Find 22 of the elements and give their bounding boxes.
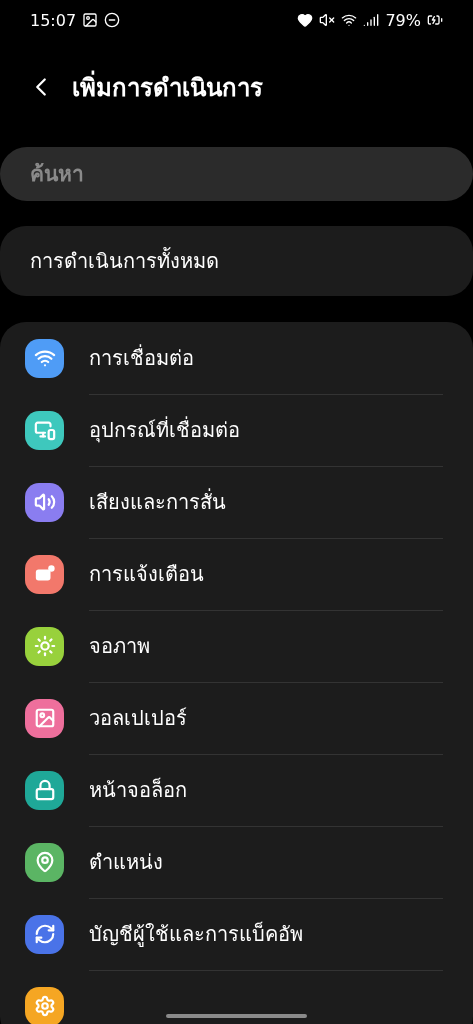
all-actions-item[interactable]: การดำเนินการทั้งหมด	[0, 226, 473, 296]
page-title: เพิ่มการดำเนินการ	[72, 67, 263, 107]
do-not-disturb-icon	[104, 12, 121, 28]
wifi-icon	[341, 12, 358, 28]
search-field[interactable]: ค้นหา	[0, 147, 473, 201]
settings-item[interactable]: ตำแหน่ง	[89, 845, 163, 878]
status-time: 15:07	[30, 10, 77, 30]
signal-icon	[363, 12, 380, 28]
settings-item[interactable]: วอลเปเปอร์	[89, 701, 187, 734]
settings-item[interactable]: หน้าจอล็อก	[89, 773, 187, 806]
image-icon	[82, 12, 99, 28]
navigation-handle[interactable]	[166, 1014, 307, 1018]
settings-item[interactable]: การเชื่อมต่อ	[89, 341, 194, 374]
heart-icon	[297, 12, 314, 28]
battery-percentage: 79%	[385, 10, 421, 30]
settings-item[interactable]: การแจ้งเตือน	[89, 557, 204, 590]
settings-item[interactable]: จอภาพ	[89, 629, 150, 662]
settings-item[interactable]: เสียงและการสั่น	[89, 485, 226, 518]
settings-item[interactable]: อุปกรณ์ที่เชื่อมต่อ	[89, 413, 240, 446]
settings-item[interactable]: บัญชีผู้ใช้และการแบ็คอัพ	[89, 917, 303, 950]
battery-icon	[427, 12, 443, 28]
mute-icon	[319, 12, 336, 28]
